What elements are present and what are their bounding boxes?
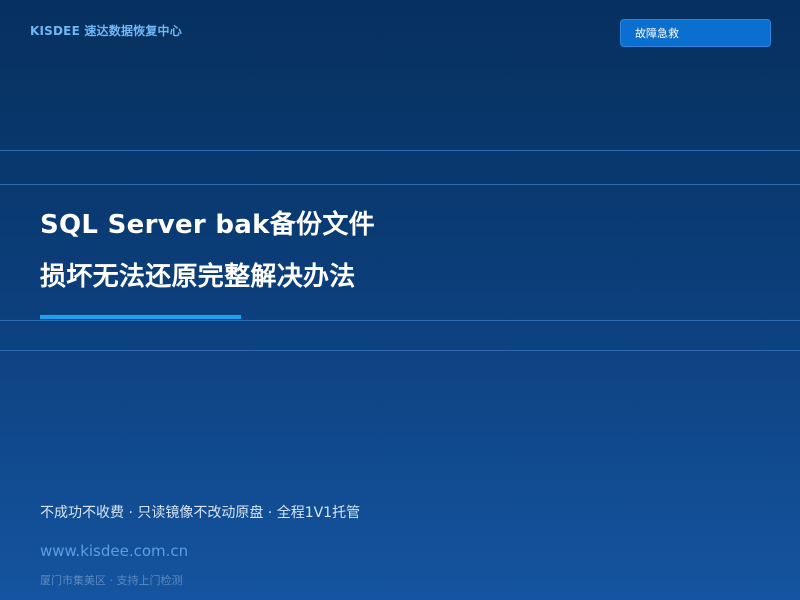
brand-logo-text: KISDEE 速达数据恢复中心 bbox=[30, 24, 182, 38]
hero-title-line-1: SQL Server bak备份文件 bbox=[40, 210, 375, 240]
divider-line bbox=[0, 320, 800, 321]
website-link[interactable]: www.kisdee.com.cn bbox=[40, 542, 188, 560]
hero-title-line-2: 损坏无法还原完整解决办法 bbox=[40, 262, 356, 292]
divider-line bbox=[0, 184, 800, 185]
title-accent-bar bbox=[40, 315, 241, 319]
service-tagline: 不成功不收费 · 只读镜像不改动原盘 · 全程1V1托管 bbox=[40, 505, 361, 521]
divider-line bbox=[0, 150, 800, 151]
emergency-rescue-button[interactable]: 故障急救 bbox=[620, 19, 771, 47]
divider-line bbox=[0, 350, 800, 351]
location-note: 厦门市集美区 · 支持上门检测 bbox=[40, 574, 183, 587]
